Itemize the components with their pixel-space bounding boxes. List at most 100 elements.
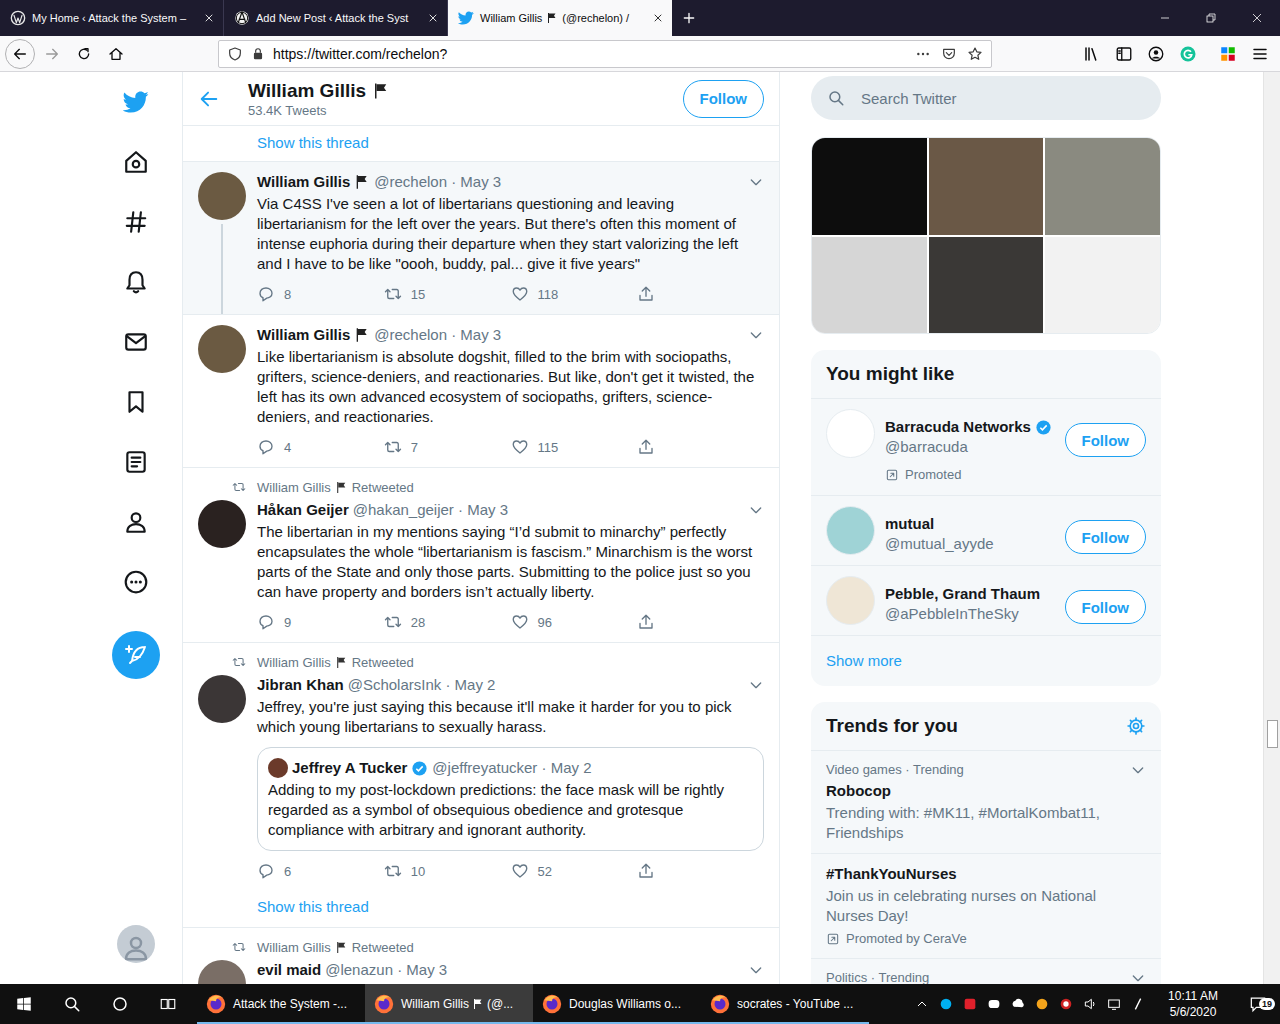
media-tile[interactable] bbox=[812, 237, 927, 334]
taskbar-app[interactable]: socrates - YouTube ... bbox=[701, 984, 869, 1024]
taskbar-app[interactable]: Attack the System -... bbox=[197, 984, 365, 1024]
account-button[interactable] bbox=[1140, 38, 1172, 70]
tweet[interactable]: William Gillis@rechelon · May 3Like libe… bbox=[183, 315, 779, 468]
account-avatar[interactable] bbox=[117, 925, 155, 963]
nav-item[interactable] bbox=[110, 552, 162, 612]
user-avatar[interactable] bbox=[826, 576, 875, 625]
clock[interactable]: 10:11 AM5/6/2020 bbox=[1150, 988, 1236, 1020]
tray-item[interactable] bbox=[1006, 996, 1030, 1012]
close-icon[interactable] bbox=[652, 12, 664, 24]
heart-action[interactable]: 96 bbox=[511, 612, 638, 632]
follow-button[interactable]: Follow bbox=[1065, 590, 1147, 624]
nav-item[interactable] bbox=[110, 432, 162, 492]
quoted-tweet[interactable]: Jeffrey A Tucker@jeffreyatucker · May 2A… bbox=[257, 747, 764, 851]
compose-button[interactable] bbox=[112, 631, 160, 679]
follow-button[interactable]: Follow bbox=[1065, 520, 1147, 554]
chevron-icon[interactable] bbox=[1130, 762, 1146, 778]
task-view-button[interactable] bbox=[144, 984, 192, 1024]
search-button[interactable] bbox=[48, 984, 96, 1024]
trend-item[interactable]: Video games · TrendingRobocopTrending wi… bbox=[811, 751, 1161, 854]
media-tile[interactable] bbox=[812, 138, 927, 235]
user-name[interactable]: Pebble, Grand Thaum bbox=[885, 584, 1040, 604]
retweet-action[interactable]: 28 bbox=[384, 612, 511, 632]
new-tab-button[interactable] bbox=[672, 0, 706, 36]
media-tile[interactable] bbox=[1045, 138, 1160, 235]
nav-item[interactable] bbox=[110, 252, 162, 312]
media-tile[interactable] bbox=[929, 237, 1044, 334]
follow-button[interactable]: Follow bbox=[1065, 423, 1147, 457]
retweeter-name[interactable]: William Gillis bbox=[257, 940, 331, 955]
user-avatar[interactable] bbox=[826, 409, 875, 458]
tweet[interactable]: William GillisRetweetedHåkan Geijer@haka… bbox=[183, 468, 779, 643]
show-more-link[interactable]: Show more bbox=[811, 636, 1161, 686]
show-thread-link[interactable]: Show this thread bbox=[257, 897, 764, 917]
pocket-icon[interactable] bbox=[941, 46, 957, 62]
sidebar-button[interactable] bbox=[1108, 38, 1140, 70]
retweet-action[interactable]: 15 bbox=[384, 284, 511, 304]
nav-item[interactable] bbox=[110, 192, 162, 252]
tray-item[interactable] bbox=[1102, 996, 1126, 1012]
avatar[interactable] bbox=[198, 675, 246, 723]
media-tile[interactable] bbox=[1045, 237, 1160, 334]
close-window-button[interactable] bbox=[1234, 0, 1280, 36]
user-suggestion[interactable]: mutual@mutual_ayydeFollow bbox=[811, 496, 1161, 566]
home-button[interactable] bbox=[100, 38, 132, 70]
gear-icon[interactable] bbox=[1126, 716, 1146, 736]
user-avatar[interactable] bbox=[826, 506, 875, 555]
avatar[interactable] bbox=[198, 172, 246, 220]
nav-item[interactable] bbox=[110, 492, 162, 552]
avatar[interactable] bbox=[198, 325, 246, 373]
minimize-button[interactable] bbox=[1142, 0, 1188, 36]
share-action[interactable] bbox=[637, 437, 764, 457]
author-name[interactable]: William Gillis bbox=[257, 325, 350, 345]
retweet-action[interactable]: 10 bbox=[384, 861, 511, 881]
restore-button[interactable] bbox=[1188, 0, 1234, 36]
chevron-icon[interactable] bbox=[748, 174, 764, 190]
url-bar[interactable]: https://twitter.com/rechelon? bbox=[218, 40, 992, 68]
heart-action[interactable]: 115 bbox=[511, 437, 638, 457]
chevron-icon[interactable] bbox=[748, 677, 764, 693]
reply-action[interactable]: 6 bbox=[257, 861, 384, 881]
start-button[interactable] bbox=[0, 984, 48, 1024]
user-name[interactable]: Barracuda Networks bbox=[885, 417, 1031, 437]
tweet[interactable]: William GillisRetweetedevil maid@lenazun… bbox=[183, 928, 779, 984]
scrollbar[interactable] bbox=[1263, 72, 1280, 984]
reply-action[interactable]: 8 bbox=[257, 284, 384, 304]
chevron-icon[interactable] bbox=[748, 502, 764, 518]
dots-icon[interactable] bbox=[915, 46, 931, 62]
reply-action[interactable]: 9 bbox=[257, 612, 384, 632]
gram-button[interactable] bbox=[1172, 38, 1204, 70]
author-name[interactable]: Jibran Khan bbox=[257, 675, 344, 695]
retweeter-name[interactable]: William Gillis bbox=[257, 655, 331, 670]
heart-action[interactable]: 118 bbox=[511, 284, 638, 304]
taskbar-app[interactable]: William Gillis(@... bbox=[365, 984, 533, 1024]
show-thread-link[interactable]: Show this thread bbox=[183, 126, 779, 162]
tray-item[interactable] bbox=[1054, 996, 1078, 1012]
tray-item[interactable] bbox=[934, 996, 958, 1012]
action-center-button[interactable]: 19 bbox=[1236, 994, 1280, 1014]
media-tile[interactable] bbox=[929, 138, 1044, 235]
author-name[interactable]: evil maid bbox=[257, 960, 321, 980]
trend-item[interactable]: Politics · Trending bbox=[811, 959, 1161, 984]
author-name[interactable]: William Gillis bbox=[257, 172, 350, 192]
reload-button[interactable] bbox=[68, 38, 100, 70]
user-suggestion[interactable]: Pebble, Grand Thaum@aPebbleInTheSkyFollo… bbox=[811, 566, 1161, 636]
browser-tab[interactable]: William Gillis(@rechelon) / bbox=[448, 0, 672, 36]
menu-button[interactable] bbox=[1244, 38, 1276, 70]
library-button[interactable] bbox=[1076, 38, 1108, 70]
nav-item[interactable] bbox=[110, 312, 162, 372]
back-button[interactable] bbox=[5, 39, 35, 69]
trend-item[interactable]: #ThankYouNursesJoin us in celebrating nu… bbox=[811, 854, 1161, 959]
retweet-action[interactable]: 7 bbox=[384, 437, 511, 457]
ext-button[interactable] bbox=[1212, 38, 1244, 70]
nav-item[interactable] bbox=[110, 72, 162, 132]
share-action[interactable] bbox=[637, 284, 764, 304]
search-input[interactable] bbox=[859, 89, 1145, 108]
author-name[interactable]: Håkan Geijer bbox=[257, 500, 349, 520]
share-action[interactable] bbox=[637, 861, 764, 881]
follow-button[interactable]: Follow bbox=[683, 80, 765, 118]
tweet[interactable]: William Gillis@rechelon · May 3Via C4SS … bbox=[183, 162, 779, 315]
back-icon[interactable] bbox=[198, 88, 220, 110]
user-name[interactable]: mutual bbox=[885, 514, 934, 534]
reply-action[interactable]: 4 bbox=[257, 437, 384, 457]
